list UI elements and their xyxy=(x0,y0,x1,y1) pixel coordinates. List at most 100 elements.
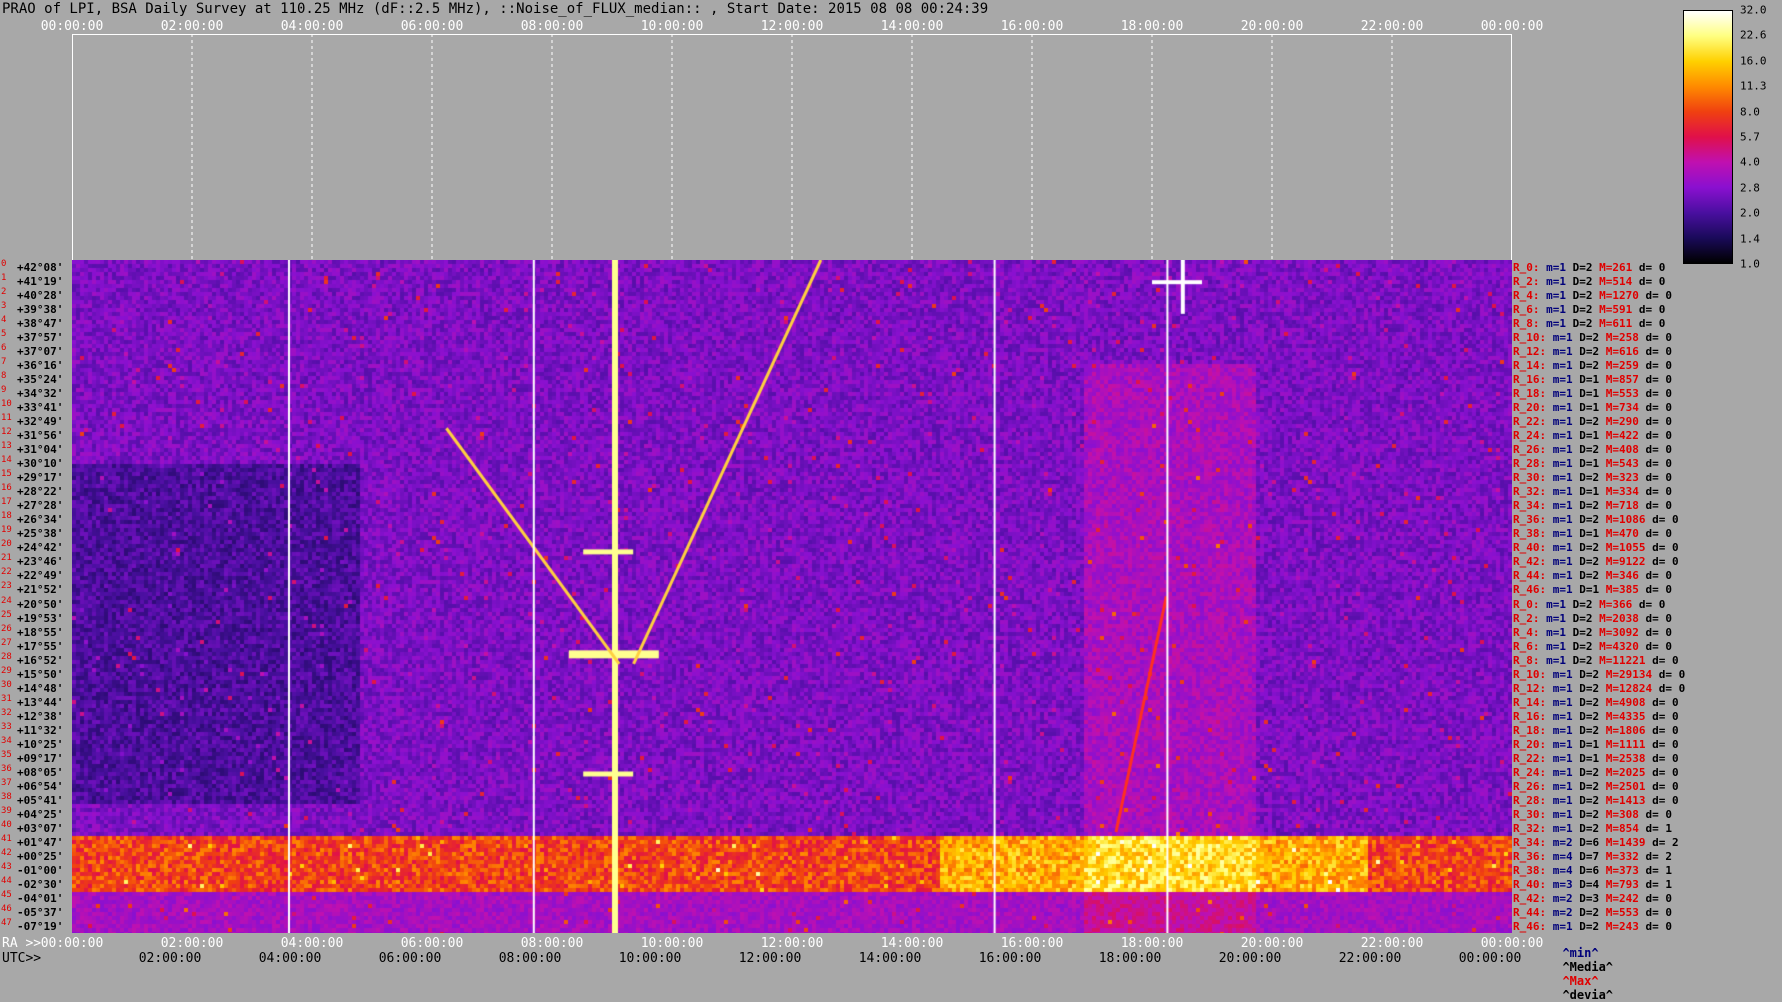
row-stat: R_22: m=1 D=2 M=290 d= 0 xyxy=(1513,416,1672,427)
row-stat-dev: d= 0 xyxy=(1645,387,1673,401)
row-stat: R_14: m=1 D=2 M=259 d= 0 xyxy=(1513,360,1672,371)
row-stat-median: D=1 xyxy=(1579,401,1606,415)
row-index: 24 xyxy=(1,595,12,606)
row-index: 27 xyxy=(1,637,12,648)
bottom-axis-tick: 22:00:00 xyxy=(1360,936,1424,951)
row-stat-dev: d= 0 xyxy=(1652,793,1679,807)
row-stat-label: R_2: xyxy=(1513,611,1547,625)
row-stat-dev: d= 0 xyxy=(1645,919,1673,933)
row-stat-max: M=2038 xyxy=(1599,611,1646,625)
row-stat: R_12: m=1 D=2 M=12824 d= 0 xyxy=(1513,683,1685,694)
row-stat-min: m=1 xyxy=(1546,653,1573,667)
row-stat-dev: d= 0 xyxy=(1638,303,1666,317)
row-index: 6 xyxy=(1,343,7,354)
row-stat-min: m=4 xyxy=(1552,849,1580,863)
row-index: 34 xyxy=(1,735,12,746)
row-stat-median: D=1 xyxy=(1579,429,1606,443)
row-index: 37 xyxy=(1,777,12,788)
row-index: 7 xyxy=(1,357,7,368)
row-stat-max: M=1413 xyxy=(1605,793,1653,807)
row-stat-max: M=258 xyxy=(1605,331,1646,345)
row-stat-dev: d= 0 xyxy=(1652,751,1679,765)
row-stat-label: R_46: xyxy=(1513,583,1553,597)
declination-label: +09°17' xyxy=(17,751,64,765)
row-stat-dev: d= 0 xyxy=(1652,765,1679,779)
row-stat-median: D=2 xyxy=(1579,541,1606,555)
row-stat: R_30: m=1 D=2 M=323 d= 0 xyxy=(1513,472,1672,483)
row-stat: R_28: m=1 D=1 M=543 d= 0 xyxy=(1513,458,1672,469)
declination-label: +18°55' xyxy=(17,625,64,639)
row-stat-min: m=1 xyxy=(1552,499,1580,513)
row-index: 8 xyxy=(1,371,7,382)
row-index: 12 xyxy=(1,427,12,438)
declination-label: +41°19' xyxy=(17,275,64,289)
row-stat-min: m=1 xyxy=(1546,289,1573,303)
row-stat-min: m=4 xyxy=(1552,863,1580,877)
declination-label: +17°55' xyxy=(17,639,64,653)
row-stat: R_34: m=2 D=6 M=1439 d= 2 xyxy=(1513,837,1679,848)
row-stat-min: m=2 xyxy=(1552,891,1580,905)
row-index: 42 xyxy=(1,847,12,858)
declination-label: +26°34' xyxy=(17,513,64,527)
row-stat-max: M=543 xyxy=(1605,457,1646,471)
declination-label: +15°50' xyxy=(17,667,64,681)
row-index: 28 xyxy=(1,651,12,662)
row-stat-label: R_4: xyxy=(1513,625,1547,639)
row-stat-max: M=718 xyxy=(1605,499,1646,513)
declination-label: -02°30' xyxy=(17,877,64,891)
row-index: 32 xyxy=(1,707,12,718)
row-stat-median: D=6 xyxy=(1579,863,1606,877)
row-stat-max: M=553 xyxy=(1605,905,1646,919)
row-stat-max: M=2501 xyxy=(1605,779,1653,793)
row-index: 31 xyxy=(1,693,12,704)
row-stat-median: D=2 xyxy=(1579,569,1606,583)
bottom-axis-tick: 00:00:00 xyxy=(1480,936,1544,951)
row-stat-median: D=2 xyxy=(1572,625,1600,639)
row-stat-max: M=470 xyxy=(1605,527,1646,541)
row-stat-label: R_0: xyxy=(1513,597,1547,611)
row-stat-label: R_34: xyxy=(1513,499,1553,513)
declination-label: +36°16' xyxy=(17,359,64,373)
row-stat-dev: d= 0 xyxy=(1652,737,1679,751)
utc-axis-tick: 06:00:00 xyxy=(378,951,442,966)
row-stat-dev: d= 0 xyxy=(1652,513,1679,527)
row-index: 11 xyxy=(1,413,12,424)
row-stat-dev: d= 0 xyxy=(1638,275,1666,289)
declination-label: +40°28' xyxy=(17,289,64,303)
declination-label: +34°32' xyxy=(17,387,64,401)
row-stat-min: m=1 xyxy=(1552,667,1580,681)
declination-label: +03°07' xyxy=(17,821,64,835)
row-stat-min: m=1 xyxy=(1552,779,1580,793)
utc-axis-tick: 20:00:00 xyxy=(1218,951,1282,966)
row-stat: R_2: m=1 D=2 M=2038 d= 0 xyxy=(1513,613,1672,624)
row-stat-dev: d= 0 xyxy=(1658,667,1686,681)
row-stat-label: R_38: xyxy=(1513,863,1553,877)
row-stat-label: R_4: xyxy=(1513,289,1547,303)
row-stat-min: m=1 xyxy=(1552,415,1580,429)
row-stat-max: M=553 xyxy=(1605,387,1646,401)
row-stat-label: R_22: xyxy=(1513,751,1553,765)
row-stat-median: D=6 xyxy=(1579,835,1606,849)
row-stat: R_42: m=2 D=3 M=242 d= 0 xyxy=(1513,893,1672,904)
row-stat-label: R_28: xyxy=(1513,793,1553,807)
row-stat-dev: d= 0 xyxy=(1645,429,1673,443)
row-stat-max: M=332 xyxy=(1605,849,1646,863)
row-index: 35 xyxy=(1,749,12,760)
row-stat-min: m=1 xyxy=(1552,513,1580,527)
row-stat: R_32: m=1 D=1 M=334 d= 0 xyxy=(1513,486,1672,497)
declination-label: +33°41' xyxy=(17,401,64,415)
row-stat-dev: d= 0 xyxy=(1645,807,1673,821)
row-stat-min: m=1 xyxy=(1552,807,1580,821)
row-stat-median: D=1 xyxy=(1579,373,1606,387)
declination-label: +38°47' xyxy=(17,317,64,331)
declination-label: -05°37' xyxy=(17,905,64,919)
utc-axis-tick: 12:00:00 xyxy=(738,951,802,966)
row-stat-median: D=2 xyxy=(1579,471,1606,485)
row-stat: R_40: m=1 D=2 M=1055 d= 0 xyxy=(1513,542,1679,553)
row-stat-dev: d= 0 xyxy=(1652,709,1679,723)
row-stat: R_38: m=1 D=1 M=470 d= 0 xyxy=(1513,528,1672,539)
row-stat-dev: d= 1 xyxy=(1645,863,1673,877)
row-stat-min: m=1 xyxy=(1552,345,1580,359)
row-index: 4 xyxy=(1,315,7,326)
row-stat-min: m=1 xyxy=(1552,527,1580,541)
